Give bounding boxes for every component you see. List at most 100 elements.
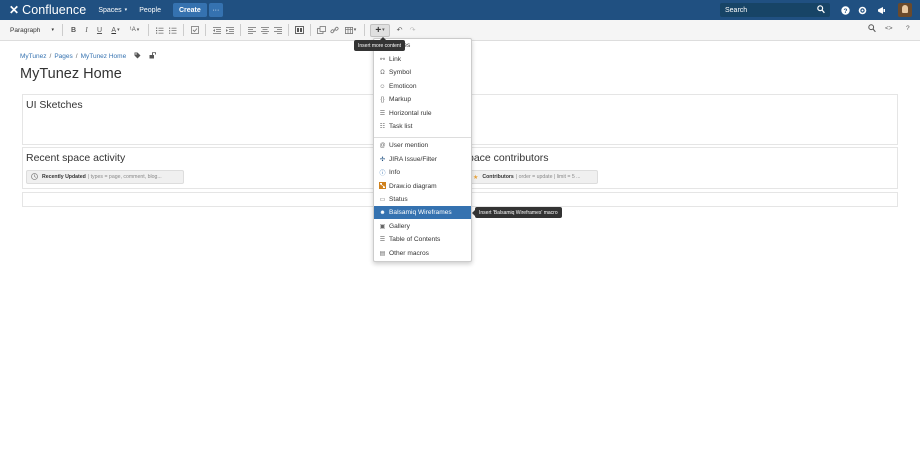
source-editor-button[interactable]: <> [885, 25, 893, 32]
breadcrumb-item-pages[interactable]: Pages [54, 53, 72, 60]
menu-item-drawio[interactable]: Draw.io diagram [374, 180, 471, 193]
toolbar-divider [310, 24, 311, 36]
braces-icon: {} [380, 96, 385, 103]
menu-item-label: Link [389, 56, 402, 63]
breadcrumb-separator: / [49, 53, 52, 60]
people-link[interactable]: People [139, 7, 161, 14]
search-placeholder: Search [725, 6, 748, 14]
menu-item-gallery[interactable]: ▣ Gallery [374, 220, 471, 233]
menu-item-link[interactable]: ⚯ Link [374, 53, 471, 66]
menu-item-label: Draw.io diagram [389, 183, 437, 190]
menu-item-label: Table of Contents [389, 236, 441, 243]
create-button[interactable]: Create [172, 3, 207, 17]
bold-button[interactable]: B [68, 24, 79, 37]
menu-item-label: Other macros [389, 250, 429, 257]
chevron-down-icon: ▾ [353, 27, 357, 33]
link-icon: ⚯ [379, 57, 386, 63]
menu-item-toc[interactable]: ☰ Table of Contents [374, 233, 471, 246]
chevron-down-icon: ▾ [117, 27, 120, 33]
menu-item-label: Horizontal rule [389, 110, 432, 117]
paragraph-style-label: Paragraph [10, 26, 41, 34]
task-list-icon[interactable] [189, 24, 200, 37]
text-color-button[interactable]: A ▾ [107, 24, 124, 37]
gallery-icon: ▣ [379, 224, 386, 230]
menu-item-label: Gallery [389, 223, 410, 230]
space-contributors-heading[interactable]: pace contributors [468, 152, 549, 164]
status-icon: ▭ [379, 197, 386, 203]
italic-button[interactable]: I [81, 24, 92, 37]
spaces-menu[interactable]: Spaces ▾ [98, 7, 127, 14]
menu-item-horizontal-rule[interactable]: ☰ Horizontal rule [374, 107, 471, 120]
clock-icon [31, 172, 38, 182]
toolbar-divider [205, 24, 206, 36]
toolbar-divider [183, 24, 184, 36]
drawio-icon [378, 182, 387, 191]
underline-button[interactable]: U [94, 24, 105, 37]
recently-updated-macro[interactable]: Recently Updated | types = page, comment… [26, 170, 184, 184]
recent-activity-heading[interactable]: Recent space activity [26, 152, 125, 164]
indent-icon[interactable] [224, 24, 235, 37]
ui-sketches-heading[interactable]: UI Sketches [26, 99, 83, 111]
toolbar-divider [62, 24, 63, 36]
redo-button[interactable]: ↷ [407, 24, 418, 37]
menu-item-label: JIRA Issue/Filter [389, 156, 438, 163]
toolbar-divider [288, 24, 289, 36]
numbered-list-icon[interactable] [167, 24, 178, 37]
insert-table-button[interactable]: ▾ [342, 24, 359, 37]
insert-more-button[interactable]: + ▾ [370, 23, 390, 37]
contributors-macro-params: | order = update | limit = 5 ... [515, 174, 581, 180]
contributors-macro-name: Contributors [482, 174, 514, 180]
menu-item-markup[interactable]: {} Markup [374, 93, 471, 106]
user-avatar[interactable] [898, 3, 912, 17]
menu-item-label: Balsamiq Wireframes [389, 209, 452, 216]
breadcrumb-item-home[interactable]: MyTunez Home [81, 53, 127, 60]
megaphone-icon[interactable] [875, 4, 887, 16]
chevron-down-icon: ▾ [51, 27, 54, 33]
outdent-icon[interactable] [211, 24, 222, 37]
help-icon[interactable]: ? [839, 4, 851, 16]
menu-item-label: Task list [389, 123, 413, 130]
menu-item-info[interactable]: ⓘ Info [374, 166, 471, 179]
page-title[interactable]: MyTunez Home [20, 66, 122, 82]
macro-icon: ▤ [379, 251, 386, 257]
menu-item-status[interactable]: ▭ Status [374, 193, 471, 206]
align-right-icon[interactable] [272, 24, 283, 37]
undo-button[interactable]: ↶ [394, 24, 405, 37]
align-center-icon[interactable] [259, 24, 270, 37]
menu-divider [374, 137, 471, 138]
menu-item-emoticon[interactable]: ☺ Emoticon [374, 80, 471, 93]
align-left-icon[interactable] [246, 24, 257, 37]
menu-item-task-list[interactable]: ☷ Task list [374, 120, 471, 133]
label-tag-icon[interactable] [134, 52, 141, 61]
more-formatting-button[interactable]: ¹A ▾ [126, 24, 143, 37]
unlock-icon[interactable] [149, 51, 157, 61]
paragraph-style-dropdown[interactable]: Paragraph ▾ [10, 27, 58, 34]
menu-item-label: User mention [389, 142, 429, 149]
menu-item-jira[interactable]: ✣ JIRA Issue/Filter [374, 153, 471, 166]
menu-item-other-macros[interactable]: ▤ Other macros [374, 247, 471, 260]
rule-icon: ☰ [379, 111, 386, 117]
page-layout-icon[interactable] [294, 24, 305, 37]
contributors-macro[interactable]: ★ Contributors | order = update | limit … [468, 170, 598, 184]
menu-item-user-mention[interactable]: @ User mention [374, 139, 471, 152]
menu-item-balsamiq[interactable]: ☻ Balsamiq Wireframes [374, 206, 471, 219]
find-replace-icon[interactable] [868, 24, 876, 35]
search-input[interactable]: Search [720, 3, 830, 17]
balsamiq-icon: ☻ [379, 209, 386, 216]
breadcrumb: MyTunez / Pages / MyTunez Home [20, 51, 157, 61]
toolbar-divider [148, 24, 149, 36]
confluence-logo[interactable]: ✕ Confluence [9, 3, 86, 17]
insert-image-icon[interactable] [316, 24, 327, 37]
bullet-list-icon[interactable] [154, 24, 165, 37]
plus-icon: + [375, 24, 382, 36]
create-more-button[interactable]: ··· [208, 3, 223, 17]
spaces-label: Spaces [98, 6, 122, 14]
jira-icon: ✣ [379, 157, 386, 163]
omega-icon: Ω [380, 69, 385, 76]
link-icon[interactable] [329, 24, 340, 37]
menu-item-symbol[interactable]: Ω Symbol [374, 66, 471, 79]
breadcrumb-item-space[interactable]: MyTunez [20, 53, 47, 60]
menu-item-label: Markup [389, 96, 411, 103]
help-button[interactable]: ? [906, 25, 910, 32]
gear-icon[interactable] [856, 4, 868, 16]
